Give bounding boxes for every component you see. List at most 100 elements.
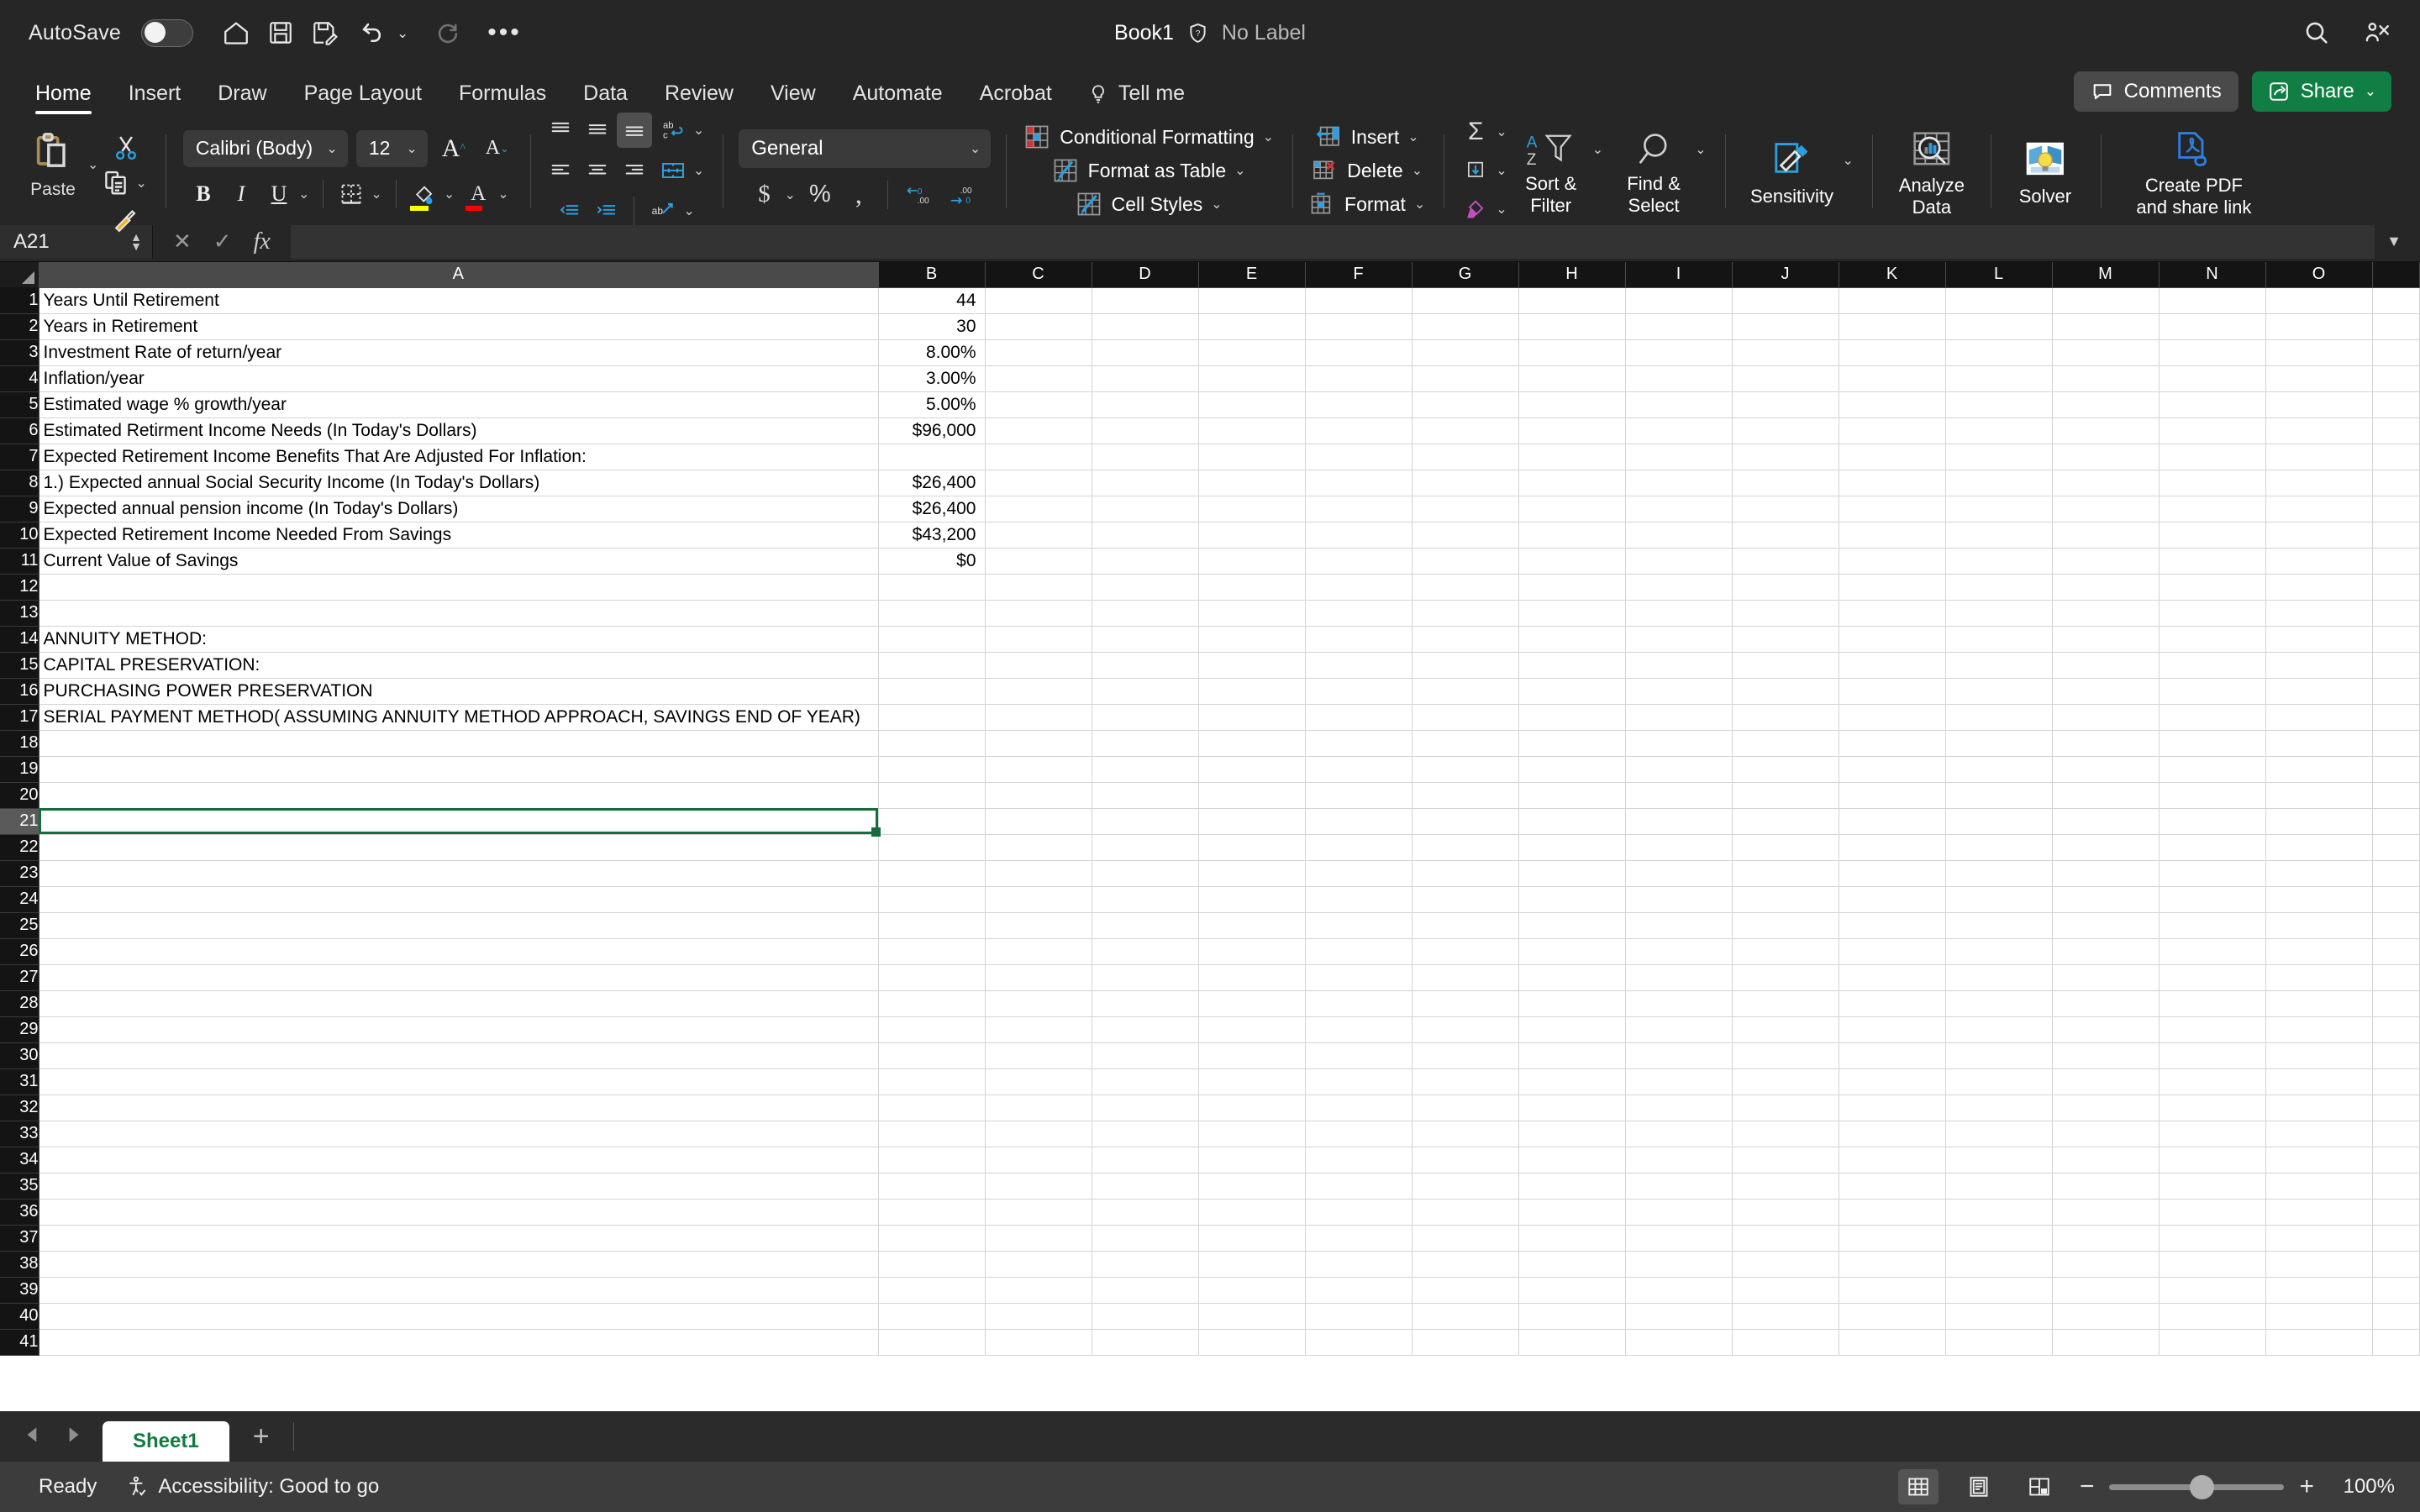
cell-I6[interactable] [1625, 417, 1733, 444]
cell-A32[interactable] [39, 1095, 879, 1121]
cell-G26[interactable] [1412, 938, 1519, 965]
cell-F38[interactable] [1305, 1251, 1413, 1278]
fill-icon[interactable] [1458, 153, 1493, 188]
cell-K4[interactable] [1839, 365, 1946, 392]
cell-H30[interactable] [1518, 1042, 1626, 1069]
cell-F5[interactable] [1305, 391, 1413, 418]
cell-N40[interactable] [2159, 1303, 2266, 1330]
cell-E28[interactable] [1198, 990, 1306, 1017]
cell-E17[interactable] [1198, 704, 1306, 731]
cell-K29[interactable] [1839, 1016, 1946, 1043]
cell-J28[interactable] [1732, 990, 1839, 1017]
tab-page-layout[interactable]: Page Layout [286, 81, 440, 118]
cell-K23[interactable] [1839, 860, 1946, 887]
next-sheet-icon[interactable] [62, 1424, 84, 1450]
cell-E21[interactable] [1198, 808, 1306, 835]
cell-C28[interactable] [985, 990, 1092, 1017]
more-options-icon[interactable]: ••• [487, 18, 522, 47]
cell-G39[interactable] [1412, 1277, 1519, 1304]
cell-C23[interactable] [985, 860, 1092, 887]
cell-C30[interactable] [985, 1042, 1092, 1069]
cell-B13[interactable] [878, 600, 986, 627]
cell-F29[interactable] [1305, 1016, 1413, 1043]
cell-A15[interactable]: CAPITAL PRESERVATION: [39, 652, 879, 679]
tab-view[interactable]: View [752, 81, 834, 118]
cell-G37[interactable] [1412, 1225, 1519, 1252]
merge-chevron-down-icon[interactable]: ⌄ [693, 162, 704, 179]
sheet-tab-sheet1[interactable]: Sheet1 [103, 1421, 229, 1462]
tab-draw[interactable]: Draw [199, 81, 285, 118]
cell-K27[interactable] [1839, 964, 1946, 991]
cell-I30[interactable] [1625, 1042, 1733, 1069]
redo-icon[interactable] [434, 18, 462, 47]
cell-C9[interactable] [985, 496, 1092, 522]
cell-F14[interactable] [1305, 626, 1413, 653]
cell-C39[interactable] [985, 1277, 1092, 1304]
cell-K26[interactable] [1839, 938, 1946, 965]
cell-B3[interactable]: 8.00% [878, 339, 986, 366]
cell-D23[interactable] [1092, 860, 1199, 887]
cell-F27[interactable] [1305, 964, 1413, 991]
align-right-icon[interactable] [617, 153, 652, 188]
column-header-G[interactable]: G [1412, 262, 1519, 288]
cell-N14[interactable] [2159, 626, 2266, 653]
cell-N34[interactable] [2159, 1147, 2266, 1173]
row-header-25[interactable]: 25 [0, 912, 39, 939]
cell-N16[interactable] [2159, 678, 2266, 705]
cell-A36[interactable] [39, 1199, 879, 1226]
cell-H31[interactable] [1518, 1068, 1626, 1095]
cell-O23[interactable] [2265, 860, 2373, 887]
cell-H36[interactable] [1518, 1199, 1626, 1226]
cell-M13[interactable] [2052, 600, 2160, 627]
format-cells-button[interactable]: Format ⌄ [1308, 190, 1428, 218]
cell-J20[interactable] [1732, 782, 1839, 809]
cell-G25[interactable] [1412, 912, 1519, 939]
cell-D7[interactable] [1092, 444, 1199, 470]
cell-E7[interactable] [1198, 444, 1306, 470]
cell-K40[interactable] [1839, 1303, 1946, 1330]
cell-M10[interactable] [2052, 522, 2160, 549]
cell-H7[interactable] [1518, 444, 1626, 470]
cell-L19[interactable] [1945, 756, 2053, 783]
cell-H5[interactable] [1518, 391, 1626, 418]
cell-J9[interactable] [1732, 496, 1839, 522]
cell-B18[interactable] [878, 730, 986, 757]
cell-J19[interactable] [1732, 756, 1839, 783]
cell-C40[interactable] [985, 1303, 1092, 1330]
cell-D4[interactable] [1092, 365, 1199, 392]
comma-format-icon[interactable]: , [841, 177, 876, 213]
row-header-37[interactable]: 37 [0, 1225, 39, 1252]
row-header-36[interactable]: 36 [0, 1199, 39, 1226]
fill-color-icon[interactable] [407, 176, 442, 212]
cell-N32[interactable] [2159, 1095, 2266, 1121]
number-format-combo[interactable]: General ⌄ [739, 129, 992, 168]
cell-F39[interactable] [1305, 1277, 1413, 1304]
cell-O2[interactable] [2265, 313, 2373, 340]
conditional-formatting-button[interactable]: Conditional Formatting ⌄ [1023, 123, 1277, 151]
fill-color-chevron-down-icon[interactable]: ⌄ [444, 186, 455, 202]
cell-F21[interactable] [1305, 808, 1413, 835]
cell-L21[interactable] [1945, 808, 2053, 835]
cell-M34[interactable] [2052, 1147, 2160, 1173]
cell-B6[interactable]: $96,000 [878, 417, 986, 444]
cell-L4[interactable] [1945, 365, 2053, 392]
row-header-8[interactable]: 8 [0, 470, 39, 496]
cell-J21[interactable] [1732, 808, 1839, 835]
row-header-1[interactable]: 1 [0, 287, 39, 314]
cell-I2[interactable] [1625, 313, 1733, 340]
cell-N8[interactable] [2159, 470, 2266, 496]
cell-J17[interactable] [1732, 704, 1839, 731]
row-header-29[interactable]: 29 [0, 1016, 39, 1043]
cell-A21[interactable] [39, 808, 879, 835]
cell-K32[interactable] [1839, 1095, 1946, 1121]
cell-F1[interactable] [1305, 287, 1413, 314]
cell-M41[interactable] [2052, 1329, 2160, 1356]
row-header-5[interactable]: 5 [0, 391, 39, 418]
cell-J25[interactable] [1732, 912, 1839, 939]
cell-E15[interactable] [1198, 652, 1306, 679]
cell-B35[interactable] [878, 1173, 986, 1200]
cell-D25[interactable] [1092, 912, 1199, 939]
cell-L32[interactable] [1945, 1095, 2053, 1121]
cell-C21[interactable] [985, 808, 1092, 835]
cell-L31[interactable] [1945, 1068, 2053, 1095]
